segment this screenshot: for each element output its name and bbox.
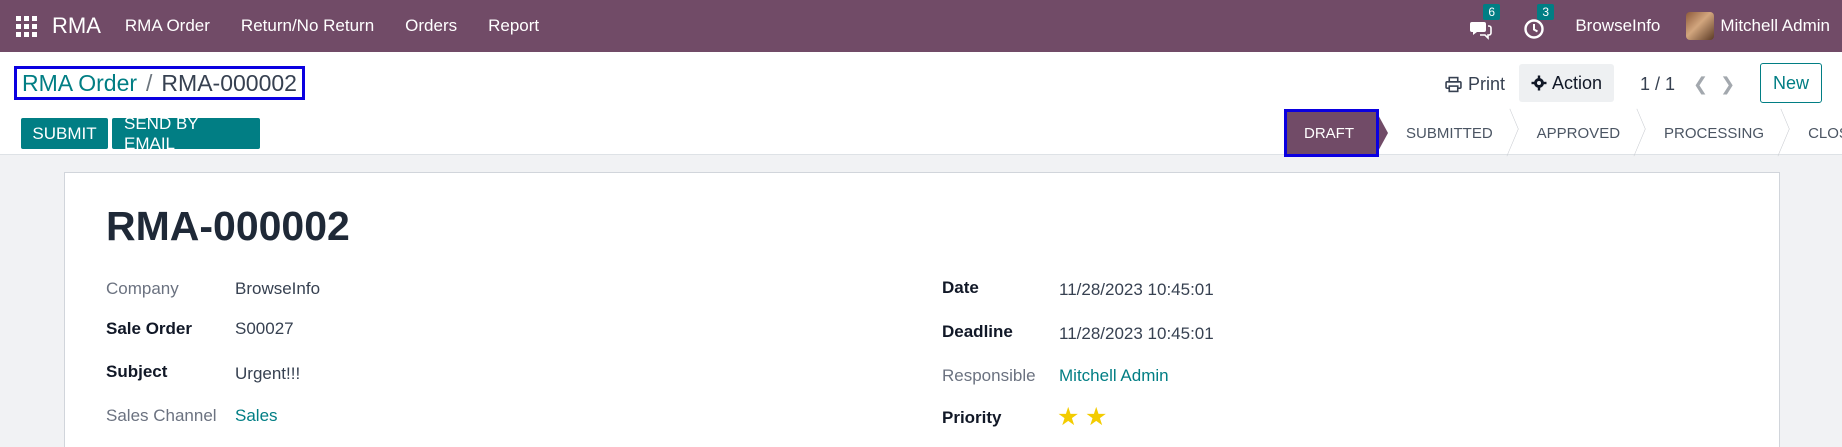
- app-name[interactable]: RMA: [52, 13, 101, 39]
- deadline-label: Deadline: [942, 322, 1013, 341]
- stage-closed[interactable]: CLOSED: [1786, 111, 1842, 155]
- record-title: RMA-000002: [106, 203, 350, 249]
- printer-icon: [1445, 76, 1462, 92]
- breadcrumb-separator: /: [146, 69, 153, 96]
- stage-submitted[interactable]: SUBMITTED: [1376, 111, 1515, 155]
- pager-value[interactable]: 1 / 1: [1640, 74, 1675, 95]
- messages-button[interactable]: 6: [1469, 4, 1501, 40]
- clock-icon: [1524, 19, 1545, 39]
- stage-approved[interactable]: APPROVED: [1515, 111, 1642, 155]
- subject-field[interactable]: Urgent!!!: [235, 364, 300, 384]
- stage-processing[interactable]: PROCESSING: [1642, 111, 1786, 155]
- top-navbar: RMA RMA Order Return/No Return Orders Re…: [0, 0, 1842, 52]
- subject-label: Subject: [106, 362, 168, 381]
- sale-order-field[interactable]: S00027: [235, 319, 294, 339]
- pager: 1 / 1 ❮ ❯: [1640, 69, 1735, 99]
- menu-orders[interactable]: Orders: [405, 16, 457, 36]
- user-name: Mitchell Admin: [1720, 16, 1830, 35]
- date-field[interactable]: 11/28/2023 10:45:01: [1059, 280, 1214, 300]
- gear-icon: [1531, 75, 1547, 91]
- stage-draft[interactable]: DRAFT: [1284, 111, 1388, 155]
- company-label: Company: [106, 279, 179, 298]
- menu-report[interactable]: Report: [488, 16, 539, 36]
- print-button[interactable]: Print: [1445, 69, 1505, 99]
- company-switcher[interactable]: BrowseInfo: [1575, 16, 1660, 36]
- messages-count-badge: 6: [1483, 4, 1501, 20]
- action-button[interactable]: Action: [1519, 64, 1615, 102]
- form-sheet: RMA-000002 Company BrowseInfo Sale Order…: [64, 172, 1780, 447]
- apps-menu-icon[interactable]: [0, 0, 52, 52]
- chat-icon: [1470, 22, 1493, 40]
- priority-star-1-icon[interactable]: ★: [1057, 402, 1079, 432]
- user-menu[interactable]: Mitchell Admin: [1686, 12, 1830, 40]
- responsible-label: Responsible: [942, 366, 1036, 385]
- sales-channel-label: Sales Channel: [106, 406, 217, 425]
- breadcrumb-current: RMA-000002: [161, 69, 297, 96]
- sales-channel-link[interactable]: Sales: [235, 406, 278, 426]
- chevron-left-icon[interactable]: ❮: [1693, 74, 1708, 95]
- company-value[interactable]: BrowseInfo: [235, 279, 320, 299]
- breadcrumb-rma-order-link[interactable]: RMA Order: [22, 70, 137, 97]
- breadcrumb: RMA Order / RMA-000002: [14, 66, 305, 100]
- sale-order-label: Sale Order: [106, 319, 192, 338]
- new-button[interactable]: New: [1760, 63, 1822, 103]
- print-label: Print: [1468, 73, 1506, 94]
- priority-label: Priority: [942, 408, 1002, 427]
- deadline-field[interactable]: 11/28/2023 10:45:01: [1059, 324, 1214, 344]
- date-label: Date: [942, 278, 979, 297]
- priority-star-2-icon[interactable]: ★: [1085, 402, 1107, 432]
- menu-return-no-return[interactable]: Return/No Return: [241, 16, 374, 36]
- status-bar: DRAFT SUBMITTED APPROVED PROCESSING CLOS…: [1284, 109, 1842, 157]
- responsible-link[interactable]: Mitchell Admin: [1059, 366, 1169, 386]
- avatar: [1686, 12, 1715, 40]
- action-label: Action: [1552, 72, 1603, 93]
- chevron-right-icon[interactable]: ❯: [1720, 74, 1735, 95]
- menu-rma-order[interactable]: RMA Order: [125, 16, 210, 36]
- send-by-email-button[interactable]: SEND BY EMAIL: [112, 114, 260, 153]
- submit-button[interactable]: SUBMIT: [21, 118, 108, 149]
- activities-count-badge: 3: [1537, 4, 1555, 20]
- activities-button[interactable]: 3: [1523, 4, 1555, 39]
